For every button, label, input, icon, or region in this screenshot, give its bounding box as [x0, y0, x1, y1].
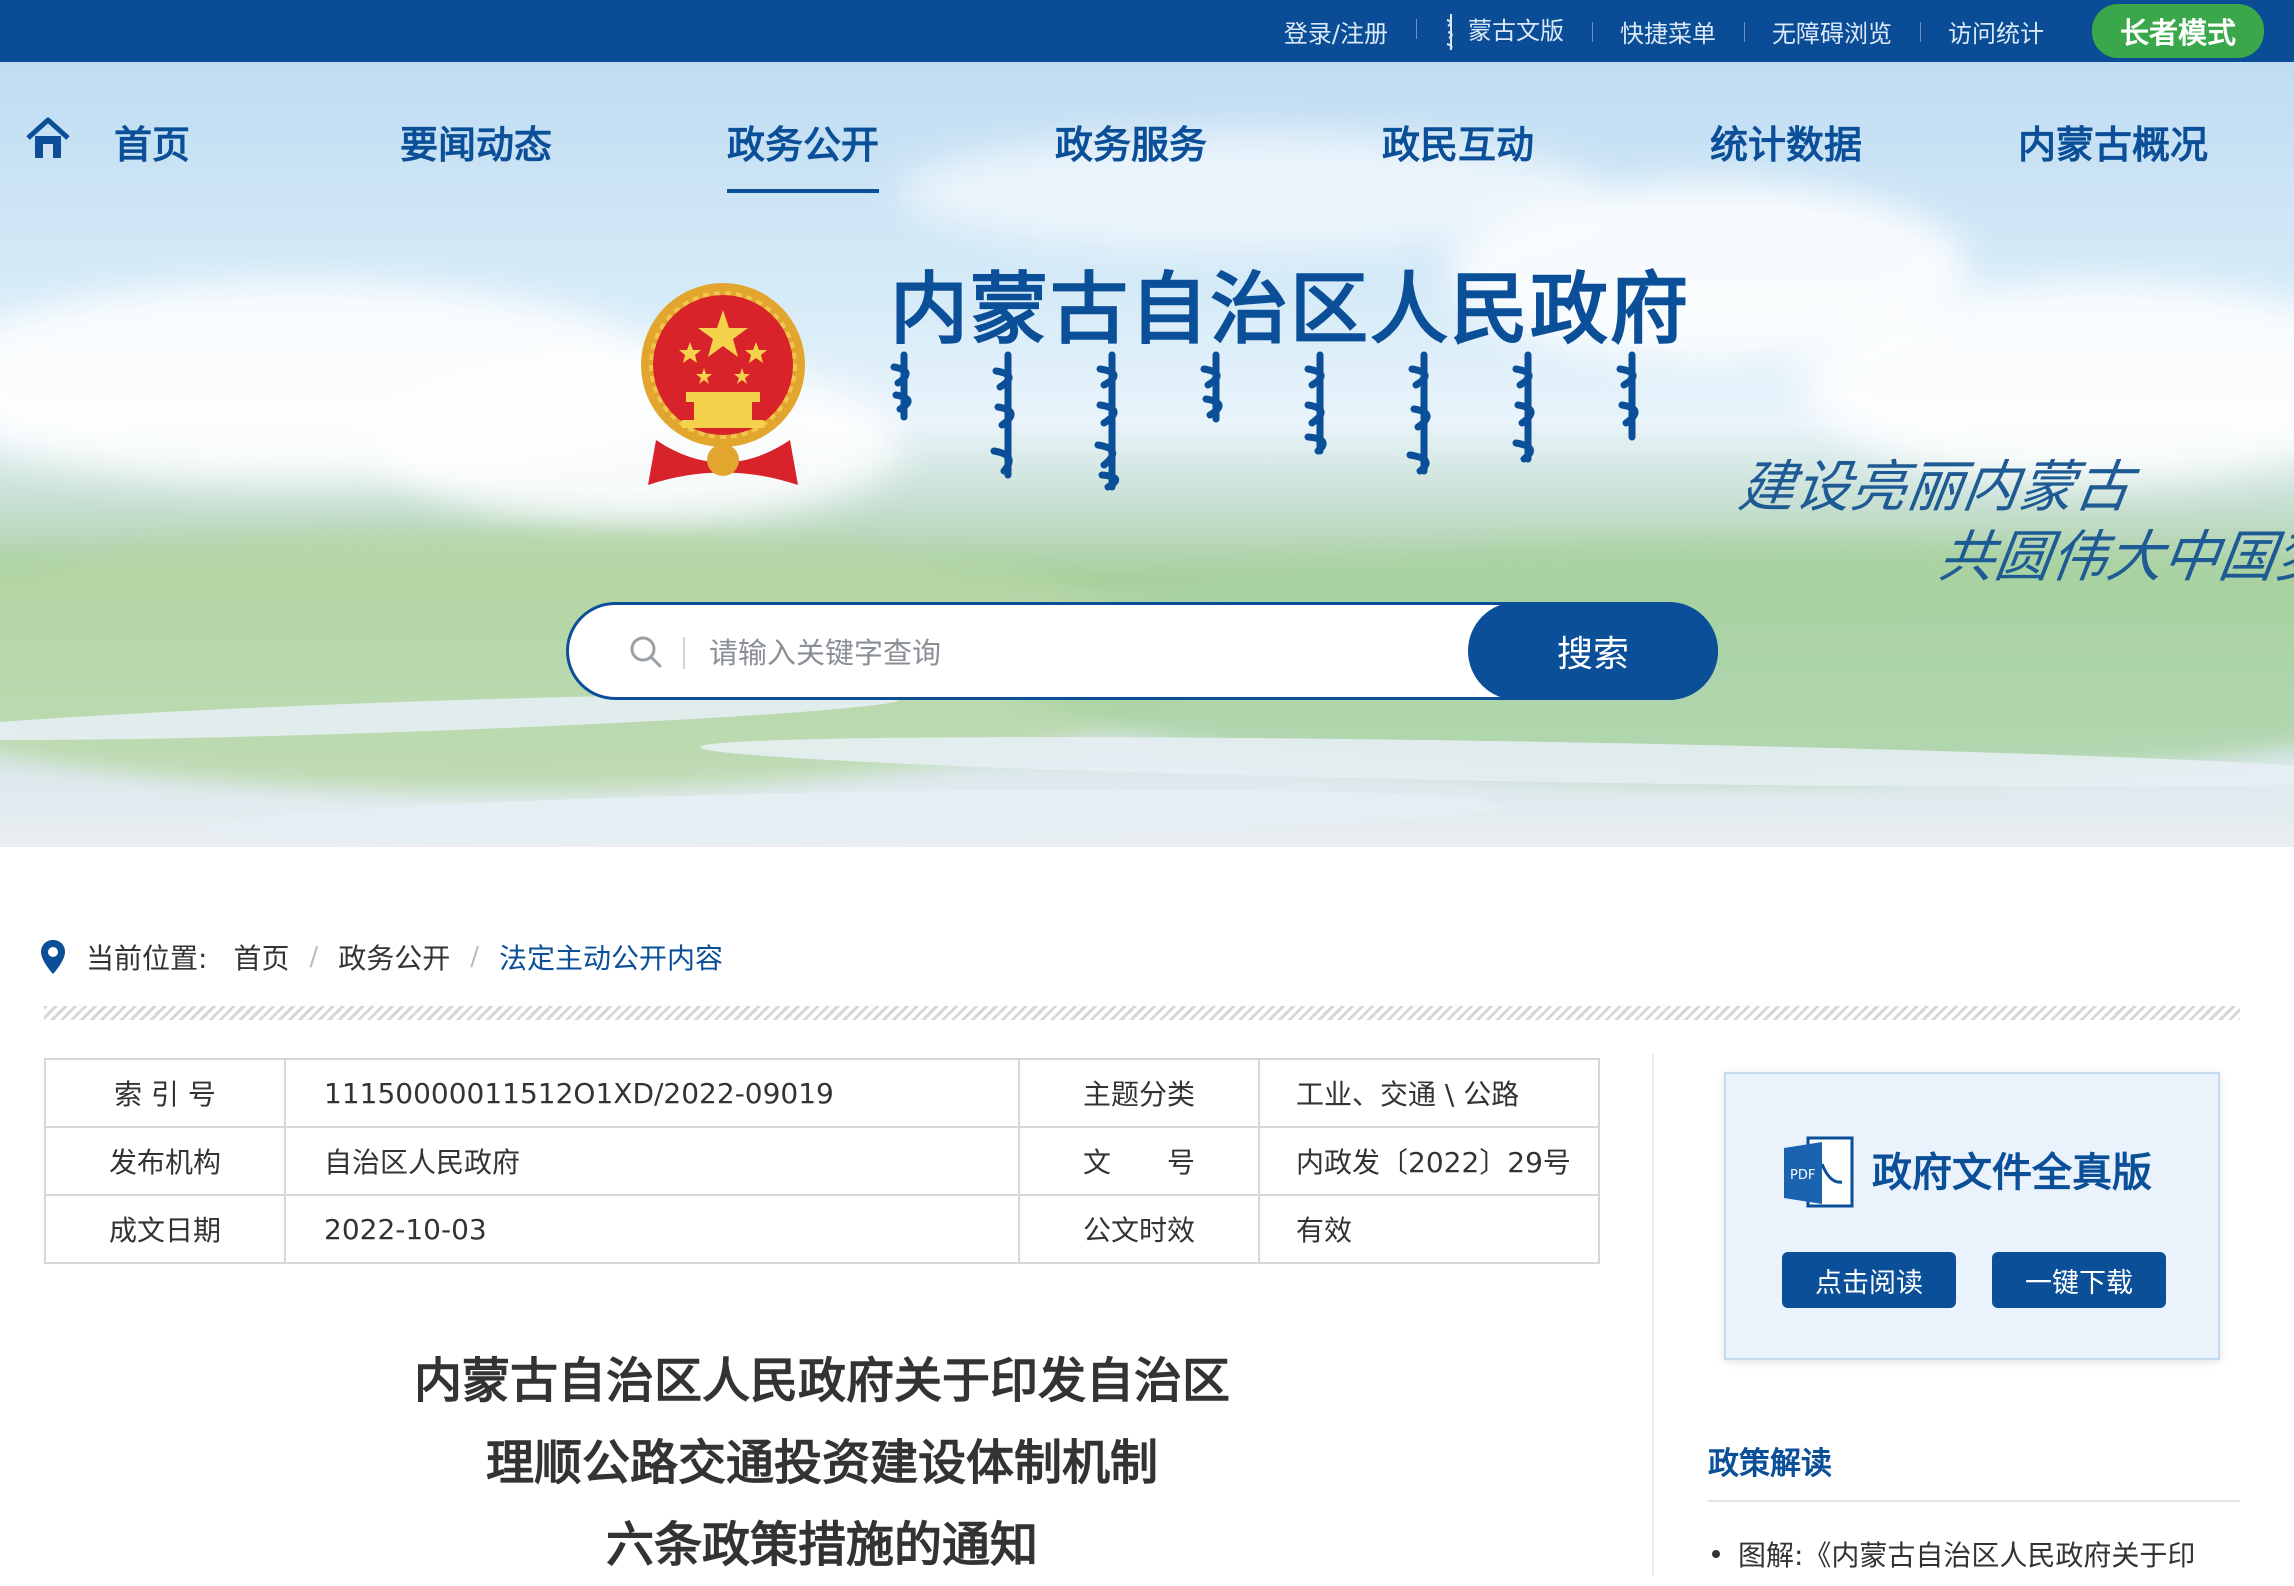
column-divider	[1652, 1054, 1654, 1576]
index-value: 11150000011512O1XD/2022-09019	[284, 1058, 1020, 1128]
search-divider	[683, 637, 685, 669]
table-row: 成文日期 2022-10-03 公文时效 有效	[44, 1194, 1600, 1264]
nav-news[interactable]: 要闻动态	[400, 114, 552, 169]
breadcrumb: 当前位置: 首页 / 政务公开 / 法定主动公开内容	[40, 932, 743, 982]
download-button[interactable]: 一键下载	[1992, 1252, 2166, 1308]
bullet-icon	[1712, 1550, 1720, 1558]
top-links: 登录/注册 蒙古文版 快捷菜单 无障碍浏览 访问统计 长者模式	[1256, 0, 2264, 62]
banner: 首页 要闻动态 政务公开 政务服务 政民互动 统计数据 内蒙古概况 内蒙古自治区…	[0, 62, 2294, 847]
search-input[interactable]	[707, 623, 1531, 683]
doc-card-title: 政府文件全真版	[1872, 1149, 2152, 1196]
nav-home[interactable]: 首页	[114, 114, 190, 169]
date-label: 成文日期	[44, 1194, 286, 1264]
policy-interpretation-title: 政策解读	[1708, 1446, 1832, 1482]
breadcrumb-current[interactable]: 法定主动公开内容	[499, 937, 723, 977]
home-icon[interactable]	[24, 116, 72, 160]
document-title: 内蒙古自治区人民政府关于印发自治区 理顺公路交通投资建设体制机制 六条政策措施的…	[44, 1340, 1600, 1586]
validity-value: 有效	[1258, 1194, 1600, 1264]
search-icon	[630, 636, 662, 668]
breadcrumb-gov-affairs[interactable]: 政务公开	[338, 937, 450, 977]
date-value: 2022-10-03	[284, 1194, 1020, 1264]
breadcrumb-home[interactable]: 首页	[233, 937, 289, 977]
document-title-line-3: 六条政策措施的通知	[605, 1517, 1038, 1573]
breadcrumb-separator: /	[470, 942, 479, 972]
docno-value: 内政发〔2022〕29号	[1258, 1126, 1600, 1196]
location-pin-icon	[41, 940, 65, 974]
nav-interaction[interactable]: 政民互动	[1382, 114, 1534, 169]
index-label: 索 引 号	[44, 1058, 286, 1128]
validity-label: 公文时效	[1018, 1194, 1260, 1264]
quick-menu-link[interactable]: 快捷菜单	[1591, 14, 1744, 49]
elder-mode-button[interactable]: 长者模式	[2091, 4, 2264, 58]
org-label: 发布机构	[44, 1126, 286, 1196]
search-button[interactable]: 搜索	[1468, 602, 1718, 700]
login-link[interactable]: 登录/注册	[1256, 14, 1416, 49]
pdf-icon-label: PDF	[1790, 1168, 1815, 1183]
search-bar: 搜索	[566, 602, 1718, 700]
slogan-line-1: 建设亮丽内蒙古	[1734, 455, 2136, 520]
org-value: 自治区人民政府	[284, 1126, 1020, 1196]
mongolian-script-icon	[1446, 13, 1453, 50]
national-emblem-icon	[641, 283, 805, 485]
nav-gov-affairs-open[interactable]: 政务公开	[727, 114, 880, 193]
topic-value: 工业、交通 \ 公路	[1258, 1058, 1600, 1128]
slogan-line-2: 共圆伟大中国梦	[1934, 525, 2294, 590]
breadcrumb-label: 当前位置:	[86, 942, 208, 975]
document-title-line-1: 内蒙古自治区人民政府关于印发自治区	[413, 1353, 1230, 1409]
table-row: 发布机构 自治区人民政府 文 号 内政发〔2022〕29号	[44, 1126, 1600, 1196]
full-text-doc-card: PDF 政府文件全真版 点击阅读 一键下载	[1724, 1072, 2220, 1360]
breadcrumb-separator: /	[309, 942, 319, 972]
topic-label: 主题分类	[1018, 1058, 1260, 1128]
top-bar: 登录/注册 蒙古文版 快捷菜单 无障碍浏览 访问统计 长者模式	[0, 0, 2294, 62]
table-row: 索 引 号 11150000011512O1XD/2022-09019 主题分类…	[44, 1058, 1600, 1128]
nav-gov-services[interactable]: 政务服务	[1055, 114, 1207, 169]
mongolian-version-link[interactable]: 蒙古文版	[1415, 11, 1592, 52]
accessible-browse-link[interactable]: 无障碍浏览	[1743, 14, 1920, 49]
government-title: 内蒙古自治区人民政府	[890, 265, 1691, 355]
document-info-table: 索 引 号 11150000011512O1XD/2022-09019 主题分类…	[44, 1058, 1600, 1264]
document-title-line-2: 理顺公路交通投资建设体制机制	[485, 1435, 1158, 1491]
nav-statistics[interactable]: 统计数据	[1710, 114, 1862, 169]
river	[199, 780, 1501, 847]
policy-divider	[1708, 1500, 2240, 1502]
policy-list-item[interactable]: 图解:《内蒙古自治区人民政府关于印	[1708, 1534, 2248, 1574]
policy-item-text: 图解:《内蒙古自治区人民政府关于印	[1738, 1539, 2196, 1572]
visit-stats-link[interactable]: 访问统计	[1919, 14, 2072, 49]
main-nav: 首页 要闻动态 政务公开 政务服务 政民互动 统计数据 内蒙古概况	[0, 62, 2294, 202]
docno-label: 文 号	[1018, 1126, 1260, 1196]
mongolian-title-icon	[890, 351, 1639, 491]
mongolian-version-label: 蒙古文版	[1467, 16, 1564, 45]
pdf-icon: PDF	[1784, 1136, 1854, 1208]
read-online-button[interactable]: 点击阅读	[1782, 1252, 1956, 1308]
hatched-divider	[44, 1006, 2240, 1020]
nav-overview[interactable]: 内蒙古概况	[2018, 114, 2208, 169]
